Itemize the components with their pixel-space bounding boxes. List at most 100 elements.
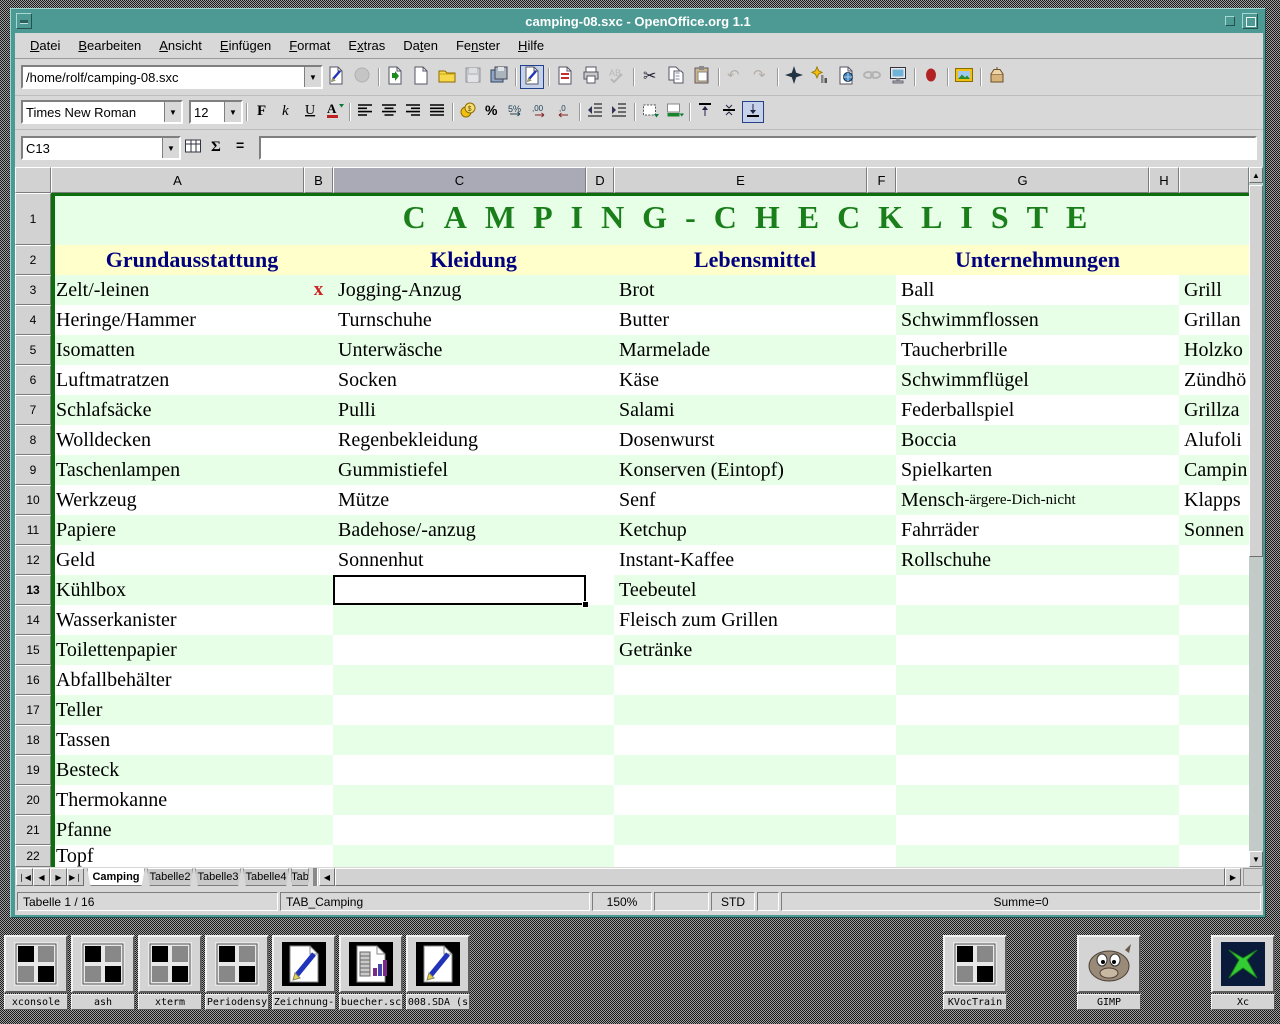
- cell-I5[interactable]: Holzko: [1179, 335, 1249, 365]
- cell-G3[interactable]: Ball: [896, 275, 1149, 305]
- cell-C9[interactable]: Gummistiefel: [333, 455, 586, 485]
- cell-C5[interactable]: Unterwäsche: [333, 335, 586, 365]
- cell-A17[interactable]: Teller: [51, 695, 304, 725]
- cell-A4[interactable]: Heringe/Hammer: [51, 305, 304, 335]
- cell-A14[interactable]: Wasserkanister: [51, 605, 304, 635]
- cell-B16[interactable]: [304, 665, 333, 695]
- col-header-B[interactable]: B: [304, 167, 333, 193]
- cell-F11[interactable]: [867, 515, 896, 545]
- iconify-button[interactable]: [1225, 16, 1235, 26]
- align-center-vertical-button[interactable]: [718, 101, 740, 123]
- cell-D13[interactable]: [586, 575, 614, 605]
- cell-E14[interactable]: Fleisch zum Grillen: [614, 605, 867, 635]
- cell-C19[interactable]: [333, 755, 586, 785]
- cell-H14[interactable]: [1149, 605, 1179, 635]
- row-header-7[interactable]: 7: [15, 395, 51, 425]
- cell-C12[interactable]: Sonnenhut: [333, 545, 586, 575]
- cell-C15[interactable]: [333, 635, 586, 665]
- cell-I19[interactable]: [1179, 755, 1249, 785]
- cell-F5[interactable]: [867, 335, 896, 365]
- cell-G7[interactable]: Federballspiel: [896, 395, 1149, 425]
- row-header-6[interactable]: 6: [15, 365, 51, 395]
- edit-file-button[interactable]: [324, 65, 348, 89]
- new-document-button[interactable]: [409, 65, 433, 89]
- cell-F4[interactable]: [867, 305, 896, 335]
- col-header-E[interactable]: E: [614, 167, 867, 193]
- cell-B12[interactable]: [304, 545, 333, 575]
- cell-H3[interactable]: [1149, 275, 1179, 305]
- row-header-15[interactable]: 15: [15, 635, 51, 665]
- cell-H17[interactable]: [1149, 695, 1179, 725]
- cell-D7[interactable]: [586, 395, 614, 425]
- status-page-style[interactable]: TAB_Camping: [280, 892, 590, 911]
- row-header-11[interactable]: 11: [15, 515, 51, 545]
- align-justify-button[interactable]: [426, 101, 448, 123]
- desktop-icon-xterm[interactable]: xterm: [138, 935, 202, 1010]
- cell-E16[interactable]: [614, 665, 867, 695]
- cell-B5[interactable]: [304, 335, 333, 365]
- cell-F6[interactable]: [867, 365, 896, 395]
- category-empty[interactable]: [1179, 245, 1249, 275]
- cell-E12[interactable]: Instant-Kaffee: [614, 545, 867, 575]
- cell-B11[interactable]: [304, 515, 333, 545]
- col-header-H[interactable]: H: [1149, 167, 1179, 193]
- cell-G12[interactable]: Rollschuhe: [896, 545, 1149, 575]
- scroll-down-button[interactable]: ▼: [1249, 851, 1263, 867]
- selection-fill-handle[interactable]: [582, 601, 589, 608]
- cell-A11[interactable]: Papiere: [51, 515, 304, 545]
- cell-G10[interactable]: Mensch-ärgere-Dich-nicht: [896, 485, 1149, 515]
- menu-format[interactable]: Format: [280, 35, 339, 56]
- cell-C14[interactable]: [333, 605, 586, 635]
- cell-I3[interactable]: Grill: [1179, 275, 1249, 305]
- cell-E18[interactable]: [614, 725, 867, 755]
- menu-bearbeiten[interactable]: Bearbeiten: [69, 35, 150, 56]
- undo-button[interactable]: ↶: [723, 65, 747, 89]
- cell-A12[interactable]: Geld: [51, 545, 304, 575]
- cell-E3[interactable]: Brot: [614, 275, 867, 305]
- xapp-app-icon[interactable]: [205, 935, 269, 993]
- font-name-dropdown-icon[interactable]: ▼: [164, 102, 181, 122]
- sum-button[interactable]: Σ: [206, 137, 228, 159]
- desktop-icon-008-sda-s[interactable]: 008.SDA (s: [406, 935, 470, 1010]
- cell-C8[interactable]: Regenbekleidung: [333, 425, 586, 455]
- cell-I4[interactable]: Grillan: [1179, 305, 1249, 335]
- last-sheet-button[interactable]: ▶❘: [67, 868, 84, 886]
- save-all-button[interactable]: [487, 65, 511, 89]
- cell-G13[interactable]: [896, 575, 1149, 605]
- cell-F10[interactable]: [867, 485, 896, 515]
- cell-F7[interactable]: [867, 395, 896, 425]
- scroll-up-button[interactable]: ▲: [1249, 167, 1263, 183]
- cell-B3[interactable]: x: [304, 275, 333, 305]
- cell-A15[interactable]: Toilettenpapier: [51, 635, 304, 665]
- cell-G19[interactable]: [896, 755, 1149, 785]
- cell-A19[interactable]: Besteck: [51, 755, 304, 785]
- row-header-2[interactable]: 2: [15, 245, 51, 275]
- xapp-app-icon[interactable]: [71, 935, 135, 993]
- cell-F12[interactable]: [867, 545, 896, 575]
- align-left-button[interactable]: [354, 101, 376, 123]
- cell-D12[interactable]: [586, 545, 614, 575]
- data-sources-button[interactable]: [985, 65, 1009, 89]
- cell-D9[interactable]: [586, 455, 614, 485]
- cell-C18[interactable]: [333, 725, 586, 755]
- sheet-tab-tab[interactable]: Tab: [291, 868, 309, 886]
- hscroll-thumb[interactable]: [335, 868, 1225, 886]
- delete-decimal-button[interactable]: ,0: [553, 101, 575, 123]
- cut-button[interactable]: ✂: [638, 65, 662, 89]
- cell-F21[interactable]: [867, 815, 896, 845]
- cell-A18[interactable]: Tassen: [51, 725, 304, 755]
- formula-input[interactable]: [261, 139, 1255, 157]
- cell-G8[interactable]: Boccia: [896, 425, 1149, 455]
- cell-B10[interactable]: [304, 485, 333, 515]
- cell-I21[interactable]: [1179, 815, 1249, 845]
- font-color-button[interactable]: A: [323, 101, 345, 123]
- cell-C16[interactable]: [333, 665, 586, 695]
- cell-A16[interactable]: Abfallbehälter: [51, 665, 304, 695]
- number-standard-button[interactable]: 5%: [505, 101, 527, 123]
- cell-I11[interactable]: Sonnen: [1179, 515, 1249, 545]
- cell-I14[interactable]: [1179, 605, 1249, 635]
- increase-indent-button[interactable]: [608, 101, 630, 123]
- cell-E5[interactable]: Marmelade: [614, 335, 867, 365]
- stop-loading-button[interactable]: [350, 65, 374, 89]
- cell-A3[interactable]: Zelt/-leinen: [51, 275, 304, 305]
